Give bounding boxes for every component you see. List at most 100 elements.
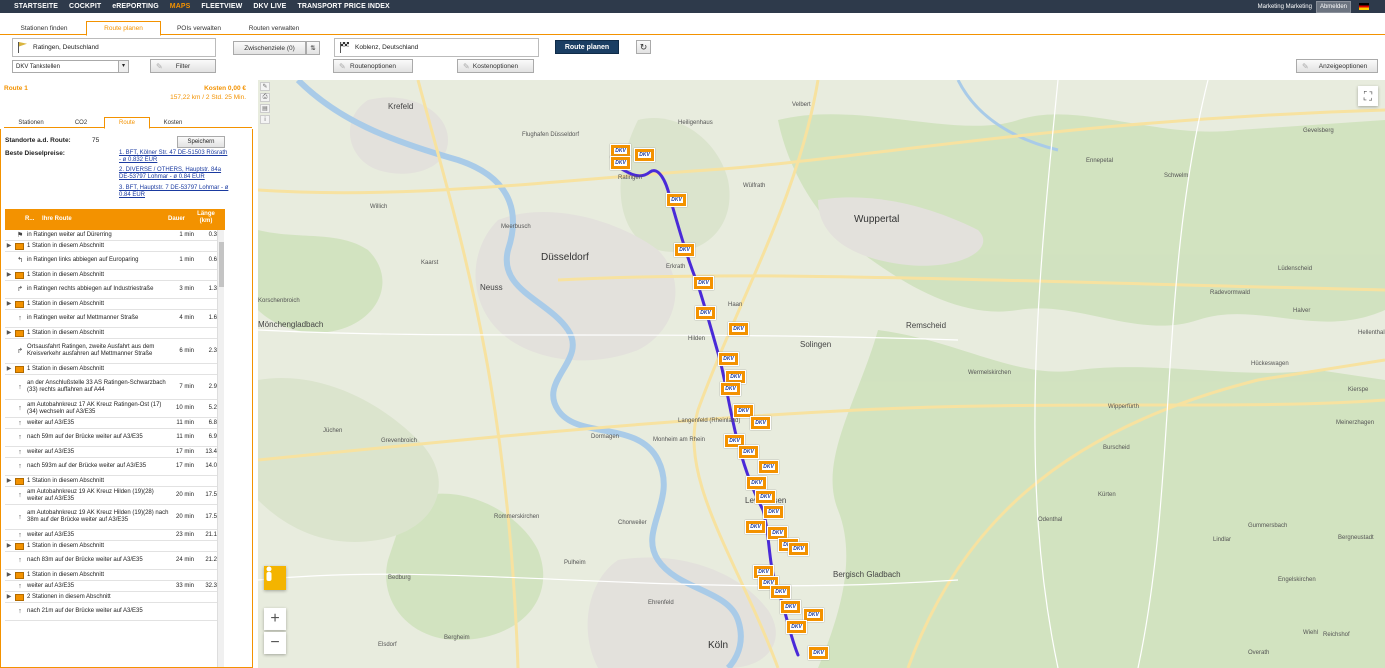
dkv-station-marker[interactable]: DKV	[758, 460, 779, 474]
table-row[interactable]: ↑ weiter auf A3/E35 17 min 13.4	[5, 447, 217, 458]
filter-button[interactable]: ✎ Filter	[150, 59, 216, 73]
dkv-station-marker[interactable]: DKV	[808, 646, 829, 660]
expand-icon[interactable]: ▶	[5, 366, 13, 373]
expand-icon[interactable]: ▶	[5, 330, 13, 337]
diesel-link-2[interactable]: 2. DIVERSE / OTHERS, Hauptstr. 84a DE-53…	[119, 167, 231, 181]
dkv-station-marker[interactable]: DKV	[610, 156, 631, 170]
expand-icon[interactable]: ▶	[5, 543, 13, 550]
zoom-out-button[interactable]: −	[264, 632, 286, 654]
expand-icon[interactable]: ▶	[5, 572, 13, 579]
table-row[interactable]: ↑ am Autobahnkreuz 17 AK Kreuz Ratingen-O…	[5, 400, 217, 418]
dkv-station-marker[interactable]: DKV	[718, 352, 739, 366]
zoom-in-button[interactable]: +	[264, 608, 286, 630]
subtab-kosten[interactable]: Kosten	[150, 117, 196, 128]
table-row[interactable]: ↑ nach 593m auf der Brücke weiter auf A3/…	[5, 458, 217, 476]
expand-icon[interactable]: ▶	[5, 272, 13, 279]
german-flag-icon[interactable]	[1359, 3, 1369, 10]
tab-routen-verwalten[interactable]: Routen verwalten	[236, 21, 312, 35]
table-row[interactable]: ↱ Ortsausfahrt Ratingen, zweite Ausfahrt …	[5, 339, 217, 364]
table-row[interactable]: ↑ am Autobahnkreuz 19 AK Kreuz Hilden (19…	[5, 487, 217, 505]
expand-icon[interactable]: ▶	[5, 243, 13, 250]
table-row[interactable]: ▶ 1 Station in diesem Abschnitt	[5, 241, 217, 252]
swap-icon[interactable]: ⇅	[306, 41, 320, 55]
nav-cockpit[interactable]: COCKPIT	[69, 3, 101, 10]
dkv-station-marker[interactable]: DKV	[666, 193, 687, 207]
table-row[interactable]: ▶ 1 Station in diesem Abschnitt	[5, 328, 217, 339]
person-icon[interactable]	[264, 566, 286, 590]
fullscreen-icon[interactable]: ⛶	[1358, 86, 1378, 106]
nav-startseite[interactable]: STARTSEITE	[14, 3, 58, 10]
table-row[interactable]: ▶ 1 Station in diesem Abschnitt	[5, 299, 217, 310]
expand-icon[interactable]: ▶	[5, 478, 13, 485]
diesel-link-3[interactable]: 3. BFT, Hauptstr. 7 DE-53797 Lohmar - ø …	[119, 185, 231, 199]
table-row[interactable]: ↑ weiter auf A3/E35 23 min 21.1	[5, 530, 217, 541]
dkv-station-marker[interactable]: DKV	[738, 445, 759, 459]
table-row[interactable]: ↑ am Autobahnkreuz 19 AK Kreuz Hilden (19…	[5, 505, 217, 530]
tab-stationen-finden[interactable]: Stationen finden	[8, 21, 80, 35]
expand-icon[interactable]: ▶	[5, 301, 13, 308]
start-field[interactable]: Ratingen, Deutschland	[12, 38, 216, 57]
cost-options-button[interactable]: ✎ Kostenoptionen	[457, 59, 534, 73]
dkv-station-marker[interactable]: DKV	[728, 322, 749, 336]
dkv-station-marker[interactable]: DKV	[788, 542, 809, 556]
nav-transport-price-index[interactable]: TRANSPORT PRICE INDEX	[297, 3, 389, 10]
nav-ereporting[interactable]: eREPORTING	[112, 3, 159, 10]
diesel-link-1[interactable]: 1. BFT, Kölner Str. 47 DE-51503 Rösrath …	[119, 150, 231, 164]
table-row[interactable]: ↑ nach 21m auf der Brücke weiter auf A3/E…	[5, 603, 217, 621]
col-route[interactable]: Ihre Route	[42, 216, 72, 222]
table-row[interactable]: ▶ 2 Stationen in diesem Abschnitt	[5, 592, 217, 603]
dkv-station-marker[interactable]: DKV	[634, 148, 655, 162]
destination-field[interactable]: Koblenz, Deutschland	[334, 38, 539, 57]
route-options-button[interactable]: ✎ Routenoptionen	[333, 59, 413, 73]
dkv-station-marker[interactable]: DKV	[720, 382, 741, 396]
table-row[interactable]: ⚑ in Ratingen weiter auf Dürerring 1 min 0.…	[5, 230, 217, 241]
dkv-station-marker[interactable]: DKV	[770, 585, 791, 599]
nav-maps[interactable]: MAPS	[170, 3, 191, 10]
dkv-station-marker[interactable]: DKV	[763, 505, 784, 519]
info-icon[interactable]: i	[260, 115, 270, 124]
dkv-station-marker[interactable]: DKV	[750, 416, 771, 430]
dkv-station-marker[interactable]: DKV	[786, 620, 807, 634]
scrollbar-thumb[interactable]	[219, 242, 224, 287]
chevron-down-icon[interactable]: ▾	[118, 61, 128, 72]
route-map[interactable]: Krefeld Düsseldorf Wuppertal Neuss Solingen R…	[258, 80, 1385, 668]
save-button[interactable]: Speichern	[177, 136, 225, 148]
print-icon[interactable]: ⎙	[260, 93, 270, 102]
subtab-co2[interactable]: CO2	[56, 117, 106, 128]
table-row[interactable]: ▶ 1 Station in diesem Abschnitt	[5, 270, 217, 281]
table-row[interactable]: ↑ in Ratingen weiter auf Mettmanner Straß…	[5, 310, 217, 328]
dkv-station-marker[interactable]: DKV	[674, 243, 695, 257]
dkv-station-marker[interactable]: DKV	[780, 600, 801, 614]
table-row[interactable]: ↑ nach 83m auf der Brücke weiter auf A3/E…	[5, 552, 217, 570]
table-row[interactable]: ▶ 1 Station in diesem Abschnitt	[5, 476, 217, 487]
nav-dkv-live[interactable]: DKV LIVE	[253, 3, 286, 10]
layers-icon[interactable]: ▤	[260, 104, 270, 113]
measure-icon[interactable]: ✎	[260, 82, 270, 91]
nav-fleetview[interactable]: FLEETVIEW	[201, 3, 242, 10]
station-type-select[interactable]: DKV Tankstellen ▾	[12, 60, 129, 73]
table-row[interactable]: ▶ 1 Station in diesem Abschnitt	[5, 570, 217, 581]
reset-icon[interactable]: ↻	[636, 40, 651, 54]
tab-route-planen[interactable]: Route planen	[86, 21, 161, 36]
col-length[interactable]: Länge (km)	[195, 211, 217, 225]
col-duration[interactable]: Dauer	[168, 216, 185, 222]
dkv-station-marker[interactable]: DKV	[746, 476, 767, 490]
dkv-station-marker[interactable]: DKV	[745, 520, 766, 534]
via-points-button[interactable]: Zwischenziele (0)	[233, 41, 306, 55]
table-row[interactable]: ▶ 1 Station in diesem Abschnitt	[5, 541, 217, 552]
route-table-scrollbar[interactable]	[217, 230, 224, 667]
tab-pois-verwalten[interactable]: POIs verwalten	[164, 21, 234, 35]
col-r[interactable]: R...	[25, 216, 34, 222]
subtab-route[interactable]: Route	[104, 117, 150, 129]
table-row[interactable]: ↑ an der Anschlußstelle 33 AS Ratingen-Sc…	[5, 375, 217, 400]
table-row[interactable]: ↱ in Ratingen rechts abbiegen auf Industr…	[5, 281, 217, 299]
subtab-stationen[interactable]: Stationen	[6, 117, 56, 128]
dkv-station-marker[interactable]: DKV	[755, 490, 776, 504]
table-row[interactable]: ↑ weiter auf A3/E35 33 min 32.3	[5, 581, 217, 592]
table-row[interactable]: ↑ weiter auf A3/E35 11 min 6.8	[5, 418, 217, 429]
table-row[interactable]: ↰ in Ratingen links abbiegen auf Europari…	[5, 252, 217, 270]
dkv-station-marker[interactable]: DKV	[695, 306, 716, 320]
dkv-station-marker[interactable]: DKV	[693, 276, 714, 290]
table-row[interactable]: ↑ nach 59m auf der Brücke weiter auf A3/E…	[5, 429, 217, 447]
plan-route-button[interactable]: Route planen	[555, 40, 619, 54]
